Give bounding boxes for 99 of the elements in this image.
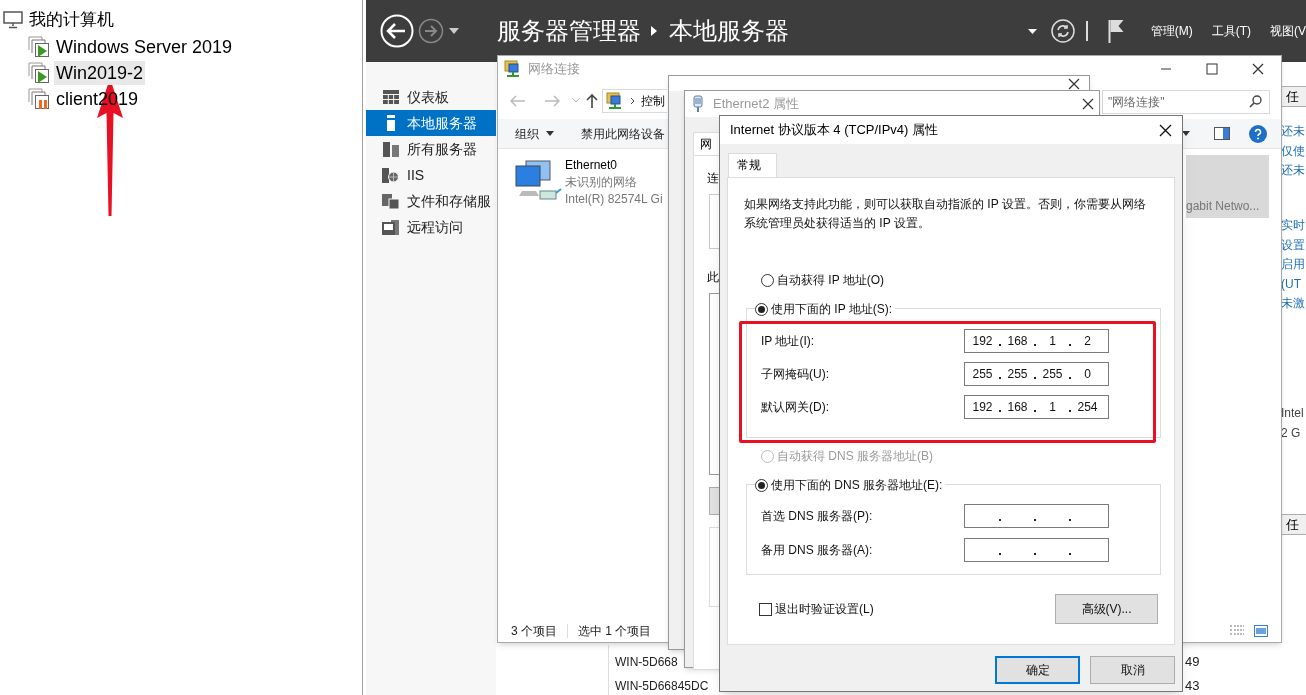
- servers-icon: [382, 141, 399, 157]
- setting-link[interactable]: 未激: [1281, 294, 1305, 314]
- setting-link[interactable]: 仅使: [1281, 141, 1305, 161]
- field-label: IP 地址(I):: [761, 333, 816, 350]
- refresh-icon[interactable]: [1050, 19, 1075, 43]
- field-label: 子网掩码(U):: [761, 366, 830, 383]
- radio-label: 使用下面的 IP 地址(S):: [771, 301, 893, 318]
- radio-button[interactable]: [761, 273, 774, 287]
- radio-label: 自动获得 DNS 服务器地址(B): [777, 448, 933, 465]
- help-icon[interactable]: [1249, 124, 1267, 143]
- checkbox-label: 退出时验证设置(L): [775, 601, 874, 618]
- caret-icon[interactable]: [449, 28, 459, 34]
- nav-item[interactable]: 远程访问: [366, 214, 496, 240]
- server-icon: [386, 115, 395, 131]
- task-button[interactable]: 任: [1281, 514, 1306, 535]
- files-icon: [382, 193, 399, 209]
- network-folder-icon: [606, 91, 624, 110]
- preview-pane-icon[interactable]: [1214, 127, 1230, 140]
- ip-address-field[interactable]: [964, 504, 1109, 528]
- flag-icon[interactable]: [1107, 19, 1125, 43]
- setting-link[interactable]: 还未: [1281, 122, 1305, 142]
- forward-button[interactable]: [418, 18, 444, 44]
- nav-item[interactable]: 文件和存储服: [366, 188, 496, 214]
- close-button[interactable]: [1252, 63, 1264, 75]
- search-icon[interactable]: [1249, 94, 1262, 108]
- table-cell-text: 49: [1185, 653, 1200, 671]
- nav-item[interactable]: 所有服务器: [366, 136, 496, 162]
- network-folder-icon: [504, 60, 522, 78]
- setting-link[interactable]: 实时: [1281, 216, 1305, 236]
- setting-link[interactable]: 启用: [1281, 255, 1305, 275]
- close-button[interactable]: [1159, 123, 1172, 137]
- network-adapter-item[interactable]: Ethernet0 未识别的网络 Intel(R) 82574L Gi: [512, 155, 669, 210]
- tree-root-label[interactable]: 我的计算机: [29, 7, 114, 33]
- ip-address-field[interactable]: [964, 538, 1109, 562]
- nav-item[interactable]: 仪表板: [366, 84, 496, 110]
- tiles-view-icon[interactable]: [1254, 625, 1268, 637]
- setting-link[interactable]: 还未: [1281, 161, 1305, 181]
- caret-icon: [546, 131, 554, 136]
- table-cell-text: WIN-5D668: [615, 654, 678, 671]
- paused-vm-icon: [28, 88, 50, 110]
- field-label: 首选 DNS 服务器(P):: [761, 508, 874, 525]
- cancel-button[interactable]: 取消: [1090, 656, 1175, 684]
- toolbar-button[interactable]: 禁用此网络设备: [581, 124, 665, 143]
- table-cell-text: 43: [1185, 676, 1200, 695]
- nav-item[interactable]: IIS: [366, 162, 496, 188]
- maximize-button[interactable]: [1206, 63, 1218, 75]
- separator-icon: [651, 26, 657, 36]
- breadcrumb-item[interactable]: 服务器管理器: [497, 13, 641, 49]
- field-label: 默认网关(D):: [761, 399, 830, 416]
- detail-text: Intel: [1281, 405, 1304, 422]
- search-field[interactable]: "网络连接": [1102, 89, 1270, 114]
- setting-link[interactable]: 设置: [1281, 235, 1305, 255]
- remote-icon: [382, 219, 399, 235]
- running-vm-icon: [28, 62, 50, 84]
- ip-address-field[interactable]: 192 168 1 254: [964, 395, 1109, 419]
- radio-button[interactable]: [755, 478, 768, 492]
- address-bar[interactable]: 控制: [602, 88, 667, 113]
- dialog-title: Internet 协议版本 4 (TCP/IPv4) 属性: [730, 121, 939, 140]
- menu-item[interactable]: 工具(T): [1211, 22, 1251, 40]
- breadcrumb-item[interactable]: 本地服务器: [669, 13, 789, 49]
- close-button[interactable]: [1068, 78, 1080, 90]
- running-vm-icon: [28, 36, 50, 58]
- field-label: 连: [707, 170, 719, 187]
- field-label: 此: [707, 269, 719, 286]
- tab[interactable]: 网: [693, 132, 719, 156]
- field-label: 备用 DNS 服务器(A):: [761, 542, 874, 559]
- ip-address-field[interactable]: 255 255 255 0: [964, 362, 1109, 386]
- radio-label: 自动获得 IP 地址(O): [777, 272, 885, 289]
- vm-item[interactable]: Windows Server 2019: [54, 35, 235, 59]
- menu-item[interactable]: 管理(M): [1150, 22, 1193, 40]
- computer-icon: [3, 11, 23, 29]
- caret-icon[interactable]: [1182, 131, 1190, 136]
- ip-address-field[interactable]: 192 168 1 2: [964, 329, 1109, 353]
- tab[interactable]: 常规: [728, 153, 777, 177]
- advanced-button[interactable]: 高级(V)...: [1055, 594, 1158, 624]
- table-cell-text: WIN-5D66845DC: [615, 677, 709, 695]
- up-button[interactable]: [586, 93, 598, 108]
- caret-icon[interactable]: [1027, 28, 1037, 34]
- organize-button[interactable]: 组织: [515, 124, 554, 143]
- setting-link[interactable]: (UT: [1281, 274, 1305, 294]
- chevron-icon: [630, 96, 635, 105]
- close-button[interactable]: [1082, 98, 1094, 110]
- status-text: 选中 1 个项目: [578, 623, 652, 640]
- ok-button[interactable]: 确定: [995, 656, 1080, 684]
- detail-text: 2 G: [1281, 424, 1302, 442]
- window-title: Ethernet2 属性: [713, 95, 799, 114]
- dashboard-icon: [382, 90, 399, 104]
- menu-item[interactable]: 视图(V: [1270, 22, 1306, 40]
- checkbox[interactable]: [759, 602, 772, 616]
- window-title: 网络连接: [528, 60, 580, 79]
- radio-button[interactable]: [755, 302, 768, 316]
- radio-label: 使用下面的 DNS 服务器地址(E):: [771, 477, 943, 494]
- status-text: 3 个项目: [511, 623, 557, 640]
- description-text: 如果网络支持此功能，则可以获取自动指派的 IP 设置。否则，你需要从网络系统管理员处获得适当的 IP 设置。: [744, 196, 1147, 232]
- vm-item[interactable]: Win2019-2: [54, 61, 146, 85]
- task-button[interactable]: 任: [1281, 86, 1306, 107]
- nav-item[interactable]: 本地服务器: [366, 110, 496, 136]
- iis-icon: [382, 167, 399, 183]
- network-adapter-icon: [693, 95, 703, 113]
